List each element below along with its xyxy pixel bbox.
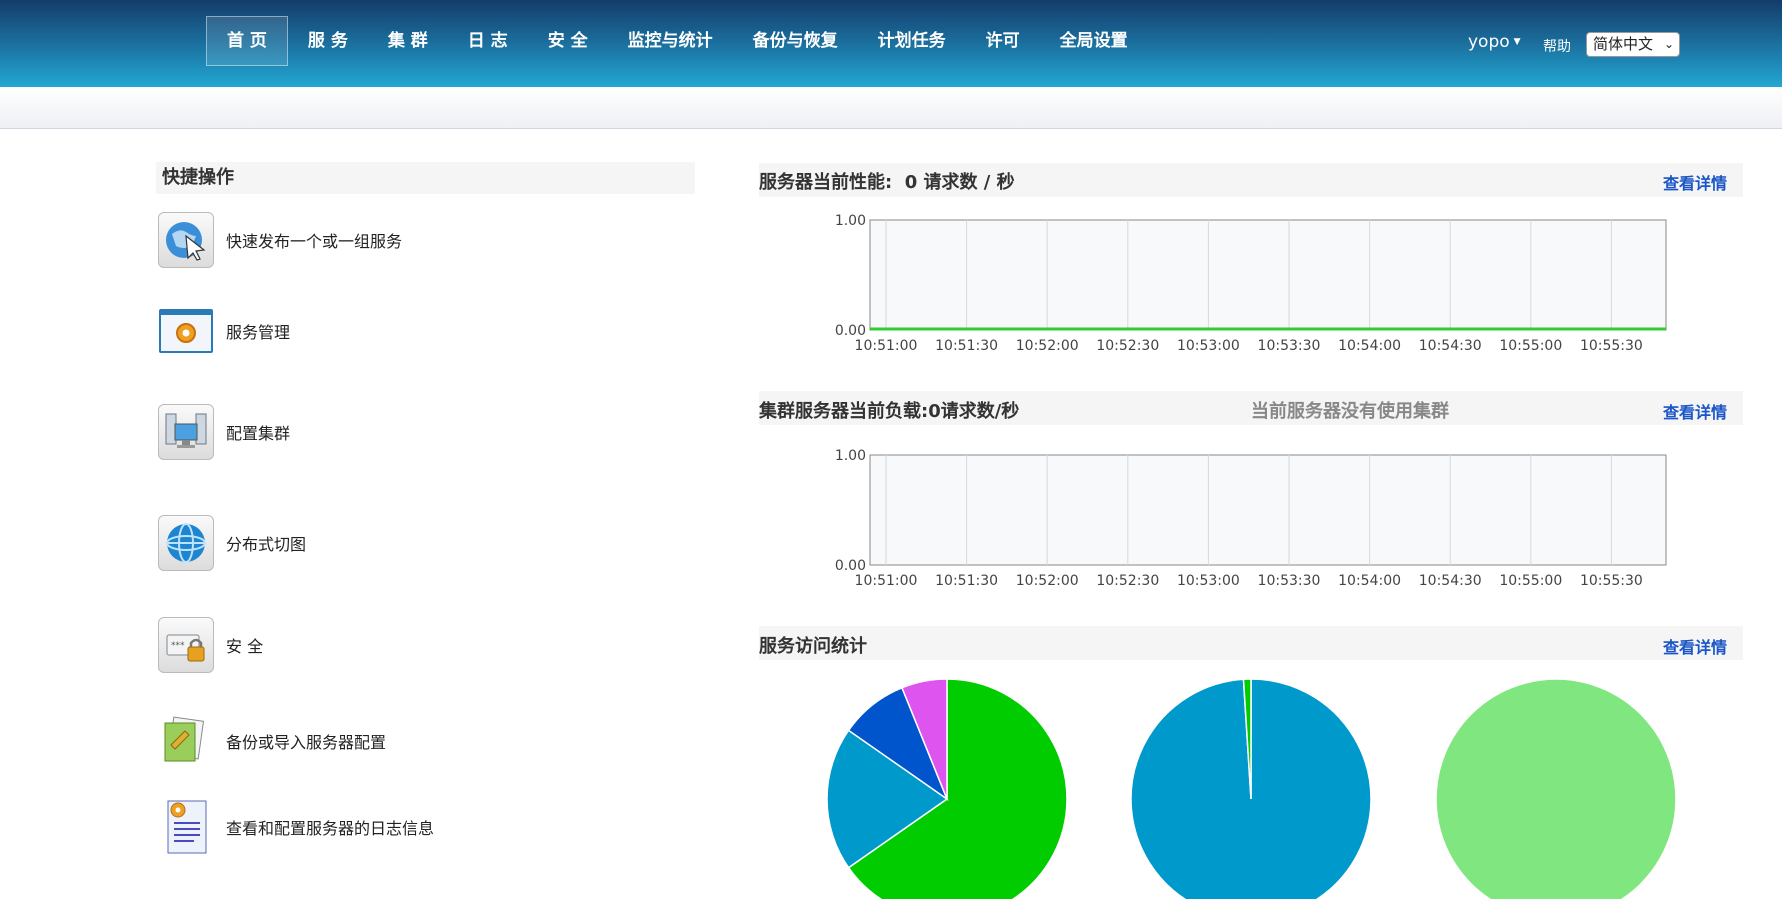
nav-services[interactable]: 服 务 <box>288 16 368 66</box>
x-tick-label: 10:53:30 <box>1258 573 1321 589</box>
x-tick-label: 10:52:30 <box>1096 573 1159 589</box>
language-value: 简体中文 <box>1593 35 1654 53</box>
quick-action-label: 分布式切图 <box>226 535 307 554</box>
nav-backup[interactable]: 备份与恢复 <box>733 16 858 66</box>
globe-network-icon <box>158 515 214 571</box>
x-tick-label: 10:53:00 <box>1177 573 1240 589</box>
quick-action-view-logs[interactable]: 查看和配置服务器的日志信息 <box>158 799 434 855</box>
plot-area <box>869 454 1667 566</box>
x-tick-label: 10:55:30 <box>1580 338 1643 354</box>
perf-details-link[interactable]: 查看详情 <box>1663 170 1727 194</box>
cluster-servers-icon <box>158 404 214 460</box>
x-tick-label: 10:51:30 <box>935 573 998 589</box>
service-gear-icon <box>158 303 214 359</box>
y-tick-label: 1.00 <box>835 213 866 229</box>
x-tick-label: 10:52:00 <box>1016 573 1079 589</box>
pie-slice <box>1436 678 1676 899</box>
language-select[interactable]: 简体中文 ⌄ <box>1586 32 1680 57</box>
svg-text:***: *** <box>171 641 185 651</box>
access-details-link[interactable]: 查看详情 <box>1663 634 1727 658</box>
x-tick-label: 10:54:00 <box>1338 338 1401 354</box>
nav-scheduled-tasks[interactable]: 计划任务 <box>858 16 966 66</box>
nav-cluster[interactable]: 集 群 <box>368 16 448 66</box>
access-pie-chart-2 <box>1131 678 1371 899</box>
perf-title-row: 服务器当前性能: 0 请求数 / 秒 <box>759 168 1015 194</box>
x-tick-label: 10:51:30 <box>935 338 998 354</box>
cluster-value: 0请求数/秒 <box>928 401 1020 422</box>
perf-line-chart: 10:51:00 10:51:30 10:52:00 10:52:30 10:53:00… <box>835 213 1667 354</box>
x-tick-label: 10:54:30 <box>1419 573 1482 589</box>
main-nav: 首 页 服 务 集 群 日 志 安 全 监控与统计 备份与恢复 计划任务 许可 … <box>206 16 1148 66</box>
backup-tools-icon <box>158 713 214 769</box>
nav-security[interactable]: 安 全 <box>528 16 608 66</box>
nav-monitoring[interactable]: 监控与统计 <box>608 16 733 66</box>
quick-action-configure-cluster[interactable]: 配置集群 <box>158 404 290 460</box>
quick-action-label: 安 全 <box>226 637 264 656</box>
quick-action-security[interactable]: *** 安 全 <box>158 617 263 673</box>
x-tick-label: 10:55:00 <box>1499 338 1562 354</box>
log-document-icon <box>158 799 214 855</box>
user-name: yopo <box>1468 32 1510 52</box>
quick-actions-title: 快捷操作 <box>156 162 695 194</box>
access-pie-chart-1 <box>827 678 1067 899</box>
quick-action-label: 服务管理 <box>226 323 291 342</box>
chevron-down-icon: ⌄ <box>1663 37 1674 51</box>
x-tick-label: 10:53:00 <box>1177 338 1240 354</box>
cluster-line-chart: 10:51:00 10:51:30 10:52:00 10:52:30 10:53:00… <box>835 448 1667 589</box>
globe-cursor-icon <box>158 212 214 268</box>
user-menu[interactable]: yopo ▼ <box>1468 32 1521 52</box>
lock-icon: *** <box>158 617 214 673</box>
quick-action-label: 快速发布一个或一组服务 <box>226 232 403 251</box>
x-tick-label: 10:52:30 <box>1096 338 1159 354</box>
quick-action-backup-import[interactable]: 备份或导入服务器配置 <box>158 713 386 769</box>
y-tick-label: 0.00 <box>835 558 866 574</box>
perf-value: 0 请求数 / 秒 <box>904 172 1015 193</box>
quick-action-label: 备份或导入服务器配置 <box>226 733 387 752</box>
x-tick-label: 10:54:00 <box>1338 573 1401 589</box>
y-tick-label: 0.00 <box>835 323 866 339</box>
x-tick-label: 10:51:00 <box>855 573 918 589</box>
plot-area <box>869 219 1667 331</box>
x-tick-label: 10:55:00 <box>1499 573 1562 589</box>
perf-title: 服务器当前性能: <box>759 172 893 193</box>
x-tick-label: 10:53:30 <box>1258 338 1321 354</box>
quick-action-publish-service[interactable]: 快速发布一个或一组服务 <box>158 212 402 268</box>
top-navigation-bar: 首 页 服 务 集 群 日 志 安 全 监控与统计 备份与恢复 计划任务 许可 … <box>0 0 1782 87</box>
access-header <box>759 626 1743 660</box>
x-tick-label: 10:55:30 <box>1580 573 1643 589</box>
access-pie-chart-3 <box>1436 678 1676 899</box>
x-tick-label: 10:54:30 <box>1419 338 1482 354</box>
cluster-status-note: 当前服务器没有使用集群 <box>1251 401 1449 422</box>
x-tick-label: 10:51:00 <box>855 338 918 354</box>
x-tick-label: 10:52:00 <box>1016 338 1079 354</box>
nav-license[interactable]: 许可 <box>966 16 1040 66</box>
quick-action-distributed-tiling[interactable]: 分布式切图 <box>158 515 306 571</box>
nav-logs[interactable]: 日 志 <box>448 16 528 66</box>
cluster-title-row: 集群服务器当前负载:0请求数/秒 <box>759 397 1019 423</box>
help-link[interactable]: 帮助 <box>1543 36 1571 56</box>
nav-global-settings[interactable]: 全局设置 <box>1040 16 1148 66</box>
quick-action-label: 配置集群 <box>226 424 291 443</box>
caret-down-icon: ▼ <box>1513 37 1521 47</box>
access-title: 服务访问统计 <box>759 636 867 657</box>
cluster-title: 集群服务器当前负载: <box>759 401 929 422</box>
cluster-details-link[interactable]: 查看详情 <box>1663 399 1727 423</box>
nav-home[interactable]: 首 页 <box>206 16 288 66</box>
quick-action-service-management[interactable]: 服务管理 <box>158 303 290 359</box>
sub-toolbar <box>0 87 1782 129</box>
quick-action-label: 查看和配置服务器的日志信息 <box>226 819 435 838</box>
y-tick-label: 1.00 <box>835 448 866 464</box>
